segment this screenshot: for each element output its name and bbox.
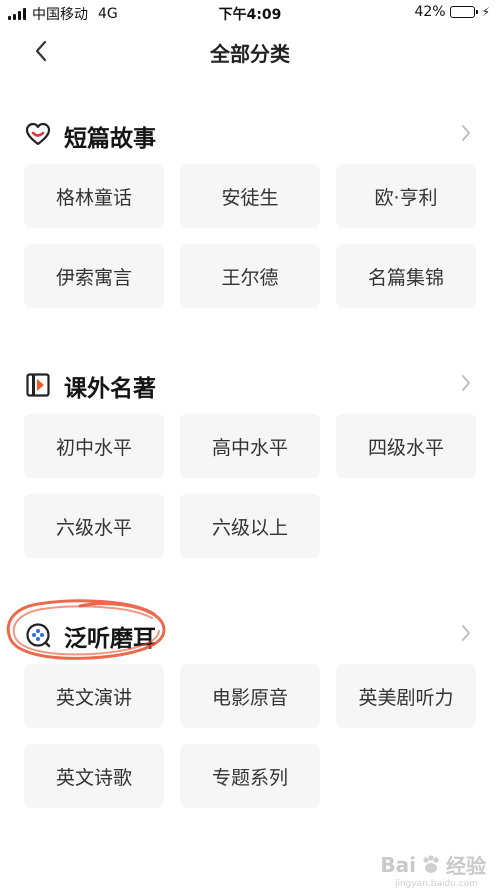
paw-icon xyxy=(423,854,439,873)
category-chip[interactable]: 英文诗歌 xyxy=(24,744,164,808)
screen: 中国移动 4G 下午4:09 42% ⚡ 全部分类 短篇故事 格林童话 安徒生 … xyxy=(0,0,500,889)
chevron-right-icon[interactable] xyxy=(458,123,474,143)
category-chip[interactable]: 伊索寓言 xyxy=(24,244,164,308)
section-header[interactable]: 泛听磨耳 xyxy=(0,614,500,654)
category-chip[interactable]: 名篇集锦 xyxy=(336,244,476,308)
heart-smile-icon xyxy=(25,122,51,146)
category-chip[interactable]: 电影原音 xyxy=(180,664,320,728)
category-chip[interactable]: 六级以上 xyxy=(180,494,320,558)
category-chip[interactable]: 六级水平 xyxy=(24,494,164,558)
section-header[interactable]: 短篇故事 xyxy=(0,114,500,154)
battery-percent: 42% xyxy=(414,4,446,20)
section-title: 泛听磨耳 xyxy=(64,626,156,652)
book-icon xyxy=(26,373,50,397)
category-grid: 初中水平 高中水平 四级水平 六级水平 六级以上 xyxy=(24,414,476,558)
chevron-right-icon[interactable] xyxy=(458,373,474,393)
watermark-url: jingyan.baidu.com xyxy=(394,879,478,889)
category-chip[interactable]: 格林童话 xyxy=(24,164,164,228)
chevron-right-icon[interactable] xyxy=(458,623,474,643)
section-title: 课外名著 xyxy=(64,376,156,402)
category-grid: 英文演讲 电影原音 英美剧听力 英文诗歌 专题系列 xyxy=(24,664,476,808)
category-chip[interactable]: 专题系列 xyxy=(180,744,320,808)
status-bar: 中国移动 4G 下午4:09 42% ⚡ xyxy=(0,0,500,26)
page-title: 全部分类 xyxy=(210,42,290,66)
category-chip[interactable]: 王尔德 xyxy=(180,244,320,308)
category-chip[interactable]: 欧·亨利 xyxy=(336,164,476,228)
nav-bar: 全部分类 xyxy=(0,26,500,76)
status-right: 42% ⚡ xyxy=(414,4,490,20)
category-chip[interactable]: 四级水平 xyxy=(336,414,476,478)
section-title: 短篇故事 xyxy=(64,126,156,152)
headphone-dots-icon xyxy=(26,623,51,648)
charging-icon: ⚡ xyxy=(481,5,490,19)
category-chip[interactable]: 英文演讲 xyxy=(24,664,164,728)
battery-icon xyxy=(449,6,478,18)
section-header[interactable]: 课外名著 xyxy=(0,364,500,404)
section-classics: 课外名著 初中水平 高中水平 四级水平 六级水平 六级以上 xyxy=(0,364,500,564)
baidu-watermark: Bai 经验 xyxy=(380,850,486,879)
category-chip[interactable]: 英美剧听力 xyxy=(336,664,476,728)
category-grid: 格林童话 安徒生 欧·亨利 伊索寓言 王尔德 名篇集锦 xyxy=(24,164,476,308)
category-chip[interactable]: 高中水平 xyxy=(180,414,320,478)
watermark-suffix: 经验 xyxy=(446,854,486,878)
category-chip[interactable]: 安徒生 xyxy=(180,164,320,228)
watermark-brand: Bai xyxy=(380,852,416,877)
section-short-stories: 短篇故事 格林童话 安徒生 欧·亨利 伊索寓言 王尔德 名篇集锦 xyxy=(0,114,500,314)
category-chip[interactable]: 初中水平 xyxy=(24,414,164,478)
section-extensive-listening: 泛听磨耳 英文演讲 电影原音 英美剧听力 英文诗歌 专题系列 xyxy=(0,614,500,814)
